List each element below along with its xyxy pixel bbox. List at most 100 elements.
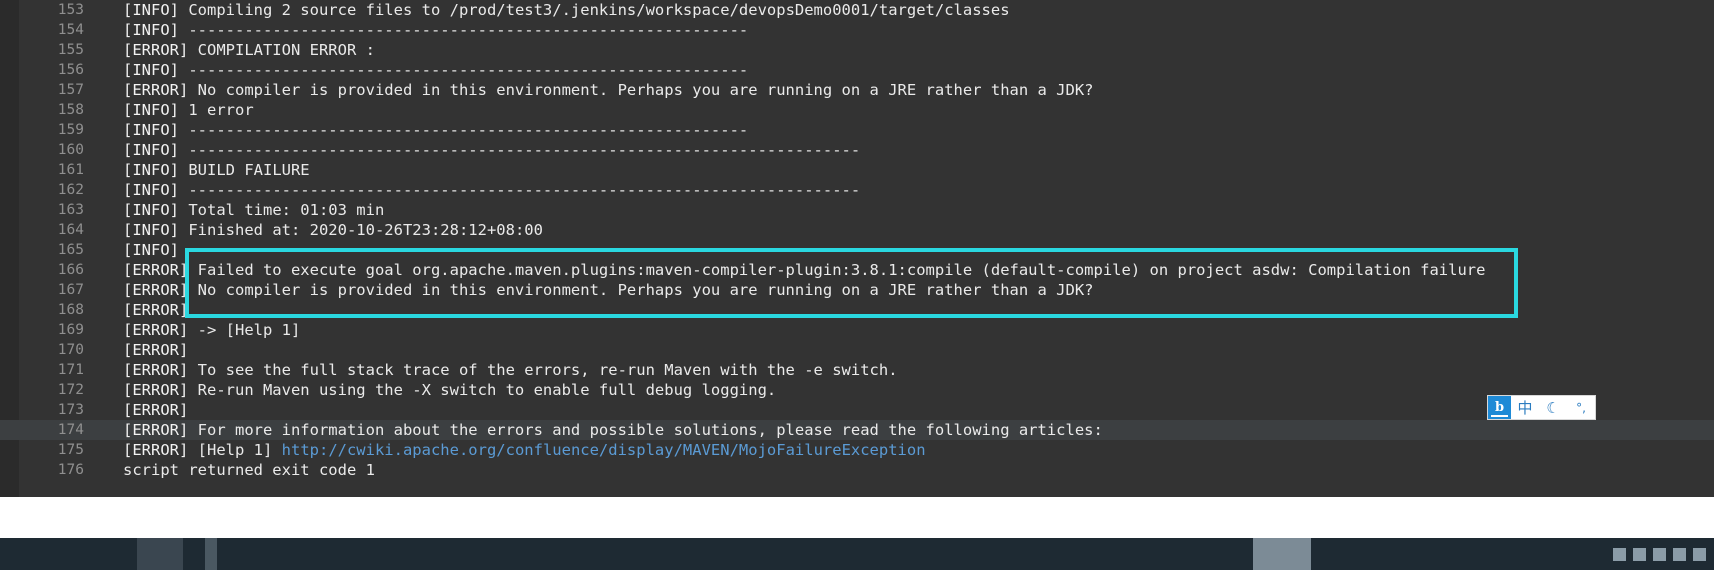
tray-icon-4[interactable] xyxy=(1673,547,1686,561)
log-line[interactable]: 156 [INFO] ------------------------------… xyxy=(0,60,1714,80)
log-line-number: 167 xyxy=(57,282,84,298)
log-text: Failed to execute goal org.apache.maven.… xyxy=(197,261,1486,279)
log-line-content: [ERROR] No compiler is provided in this … xyxy=(84,80,1094,100)
taskbar-highlight-block[interactable] xyxy=(1253,538,1311,570)
tray-icon-5[interactable] xyxy=(1693,547,1706,561)
log-text: BUILD FAILURE xyxy=(188,161,310,179)
log-line-number: 165 xyxy=(57,242,84,258)
log-line[interactable]: 176 script returned exit code 1 xyxy=(0,460,1714,480)
log-line[interactable]: 160 [INFO] ------------------------------… xyxy=(0,140,1714,160)
log-text: 1 error xyxy=(188,101,254,119)
log-line-content: [INFO] ---------------------------------… xyxy=(84,180,860,200)
log-line-number: 174 xyxy=(57,422,84,438)
log-text: Re-run Maven using the -X switch to enab… xyxy=(197,381,777,399)
log-line[interactable]: 153 [INFO] Compiling 2 source files to /p… xyxy=(0,0,1714,20)
log-text: [Help 1] xyxy=(197,441,282,459)
log-line-content: [ERROR] Re-run Maven using the -X switch… xyxy=(84,380,776,400)
taskbar[interactable] xyxy=(0,538,1714,570)
log-line-number: 160 xyxy=(57,142,84,158)
log-line-content: [ERROR] -> [Help 1] xyxy=(84,320,300,340)
log-text: [ERROR] xyxy=(123,401,198,419)
log-line-number: 158 xyxy=(57,102,84,118)
log-line[interactable]: 157 [ERROR] No compiler is provided in th… xyxy=(0,80,1714,100)
log-line-content: [ERROR] xyxy=(84,300,198,320)
log-line[interactable]: 173 [ERROR] xyxy=(0,400,1714,420)
log-text: Compiling 2 source files to /prod/test3/… xyxy=(188,1,1010,19)
log-line[interactable]: 155 [ERROR] COMPILATION ERROR : xyxy=(0,40,1714,60)
log-line-content: [INFO] ---------------------------------… xyxy=(84,20,748,40)
ime-toolbar[interactable]: b 中 ☾ °, xyxy=(1488,396,1595,419)
log-line-content: [INFO] BUILD FAILURE xyxy=(84,160,310,180)
log-line[interactable]: 161 [INFO] BUILD FAILURE xyxy=(0,160,1714,180)
ime-moon-icon[interactable]: ☾ xyxy=(1539,396,1567,419)
log-line[interactable]: 167 [ERROR] No compiler is provided in th… xyxy=(0,280,1714,300)
log-line-number: 161 xyxy=(57,162,84,178)
tray-icon-2[interactable] xyxy=(1633,547,1646,561)
log-text: [ERROR] xyxy=(123,81,198,99)
log-text: [INFO] xyxy=(123,121,189,139)
log-line-content: [ERROR] For more information about the e… xyxy=(84,420,1103,440)
log-line-number: 176 xyxy=(57,462,84,478)
log-line-content: [ERROR] [Help 1] http://cwiki.apache.org… xyxy=(84,440,926,460)
log-line[interactable]: 166 [ERROR] Failed to execute goal org.ap… xyxy=(0,260,1714,280)
log-line[interactable]: 163 [INFO] Total time: 01:03 min xyxy=(0,200,1714,220)
log-line-number: 156 xyxy=(57,62,84,78)
log-line[interactable]: 159 [INFO] ------------------------------… xyxy=(0,120,1714,140)
log-text: [INFO] xyxy=(123,101,189,119)
log-text: [ERROR] xyxy=(123,261,198,279)
log-text: [INFO] xyxy=(123,1,189,19)
log-text: No compiler is provided in this environm… xyxy=(197,81,1094,99)
log-text: [INFO] xyxy=(123,221,189,239)
log-line[interactable]: 162 [INFO] ------------------------------… xyxy=(0,180,1714,200)
jenkins-console-output[interactable]: 153 [INFO] Compiling 2 source files to /p… xyxy=(0,0,1714,497)
log-text: ----------------------------------------… xyxy=(188,61,749,79)
log-line-number: 153 xyxy=(57,2,84,18)
log-line-content: [INFO] ---------------------------------… xyxy=(84,120,748,140)
log-line[interactable]: 170 [ERROR] xyxy=(0,340,1714,360)
console-log-lines[interactable]: 153 [INFO] Compiling 2 source files to /p… xyxy=(0,0,1714,480)
ime-logo-icon[interactable]: b xyxy=(1488,396,1511,419)
log-line[interactable]: 154 [INFO] ------------------------------… xyxy=(0,20,1714,40)
log-line-content: [ERROR] To see the full stack trace of t… xyxy=(84,360,898,380)
taskbar-item-b[interactable] xyxy=(205,538,217,570)
log-line[interactable]: 175 [ERROR] [Help 1] http://cwiki.apache.… xyxy=(0,440,1714,460)
log-text: [ERROR] xyxy=(123,301,198,319)
tray-icon-1[interactable] xyxy=(1613,547,1626,561)
log-text: [INFO] xyxy=(123,141,189,159)
log-text: [ERROR] xyxy=(123,41,198,59)
log-link[interactable]: http://cwiki.apache.org/confluence/displ… xyxy=(282,441,926,459)
log-line-content: [INFO] ---------------------------------… xyxy=(84,60,748,80)
log-line-number: 162 xyxy=(57,182,84,198)
log-text: COMPILATION ERROR : xyxy=(197,41,375,59)
log-line[interactable]: 171 [ERROR] To see the full stack trace o… xyxy=(0,360,1714,380)
log-line-number: 157 xyxy=(57,82,84,98)
log-line-number: 163 xyxy=(57,202,84,218)
log-line-content: [ERROR] xyxy=(84,400,198,420)
log-text: No compiler is provided in this environm… xyxy=(197,281,1094,299)
log-line[interactable]: 169 [ERROR] -> [Help 1] xyxy=(0,320,1714,340)
log-line[interactable]: 174 [ERROR] For more information about th… xyxy=(0,420,1714,440)
log-line-number: 172 xyxy=(57,382,84,398)
log-line[interactable]: 158 [INFO] 1 error xyxy=(0,100,1714,120)
log-line-content: [ERROR] Failed to execute goal org.apach… xyxy=(84,260,1485,280)
taskbar-tray[interactable] xyxy=(1613,542,1706,566)
log-text: [INFO] xyxy=(123,61,189,79)
log-line-number: 166 xyxy=(57,262,84,278)
log-line-number: 168 xyxy=(57,302,84,318)
ime-language-mode-button[interactable]: 中 xyxy=(1511,396,1539,419)
taskbar-item-a[interactable] xyxy=(137,538,183,570)
log-text: To see the full stack trace of the error… xyxy=(197,361,898,379)
log-line[interactable]: 172 [ERROR] Re-run Maven using the -X swi… xyxy=(0,380,1714,400)
log-line[interactable]: 168 [ERROR] xyxy=(0,300,1714,320)
log-text: ----------------------------------------… xyxy=(188,121,749,139)
log-text: For more information about the errors an… xyxy=(197,421,1103,439)
log-line-content: [INFO] xyxy=(84,240,188,260)
ime-punctuation-button[interactable]: °, xyxy=(1567,396,1595,419)
log-line-number: 171 xyxy=(57,362,84,378)
log-line-number: 173 xyxy=(57,402,84,418)
log-text: [ERROR] xyxy=(123,441,198,459)
log-line[interactable]: 164 [INFO] Finished at: 2020-10-26T23:28:… xyxy=(0,220,1714,240)
page-background-gap xyxy=(0,497,1714,538)
log-line[interactable]: 165 [INFO] xyxy=(0,240,1714,260)
tray-icon-3[interactable] xyxy=(1653,547,1666,561)
